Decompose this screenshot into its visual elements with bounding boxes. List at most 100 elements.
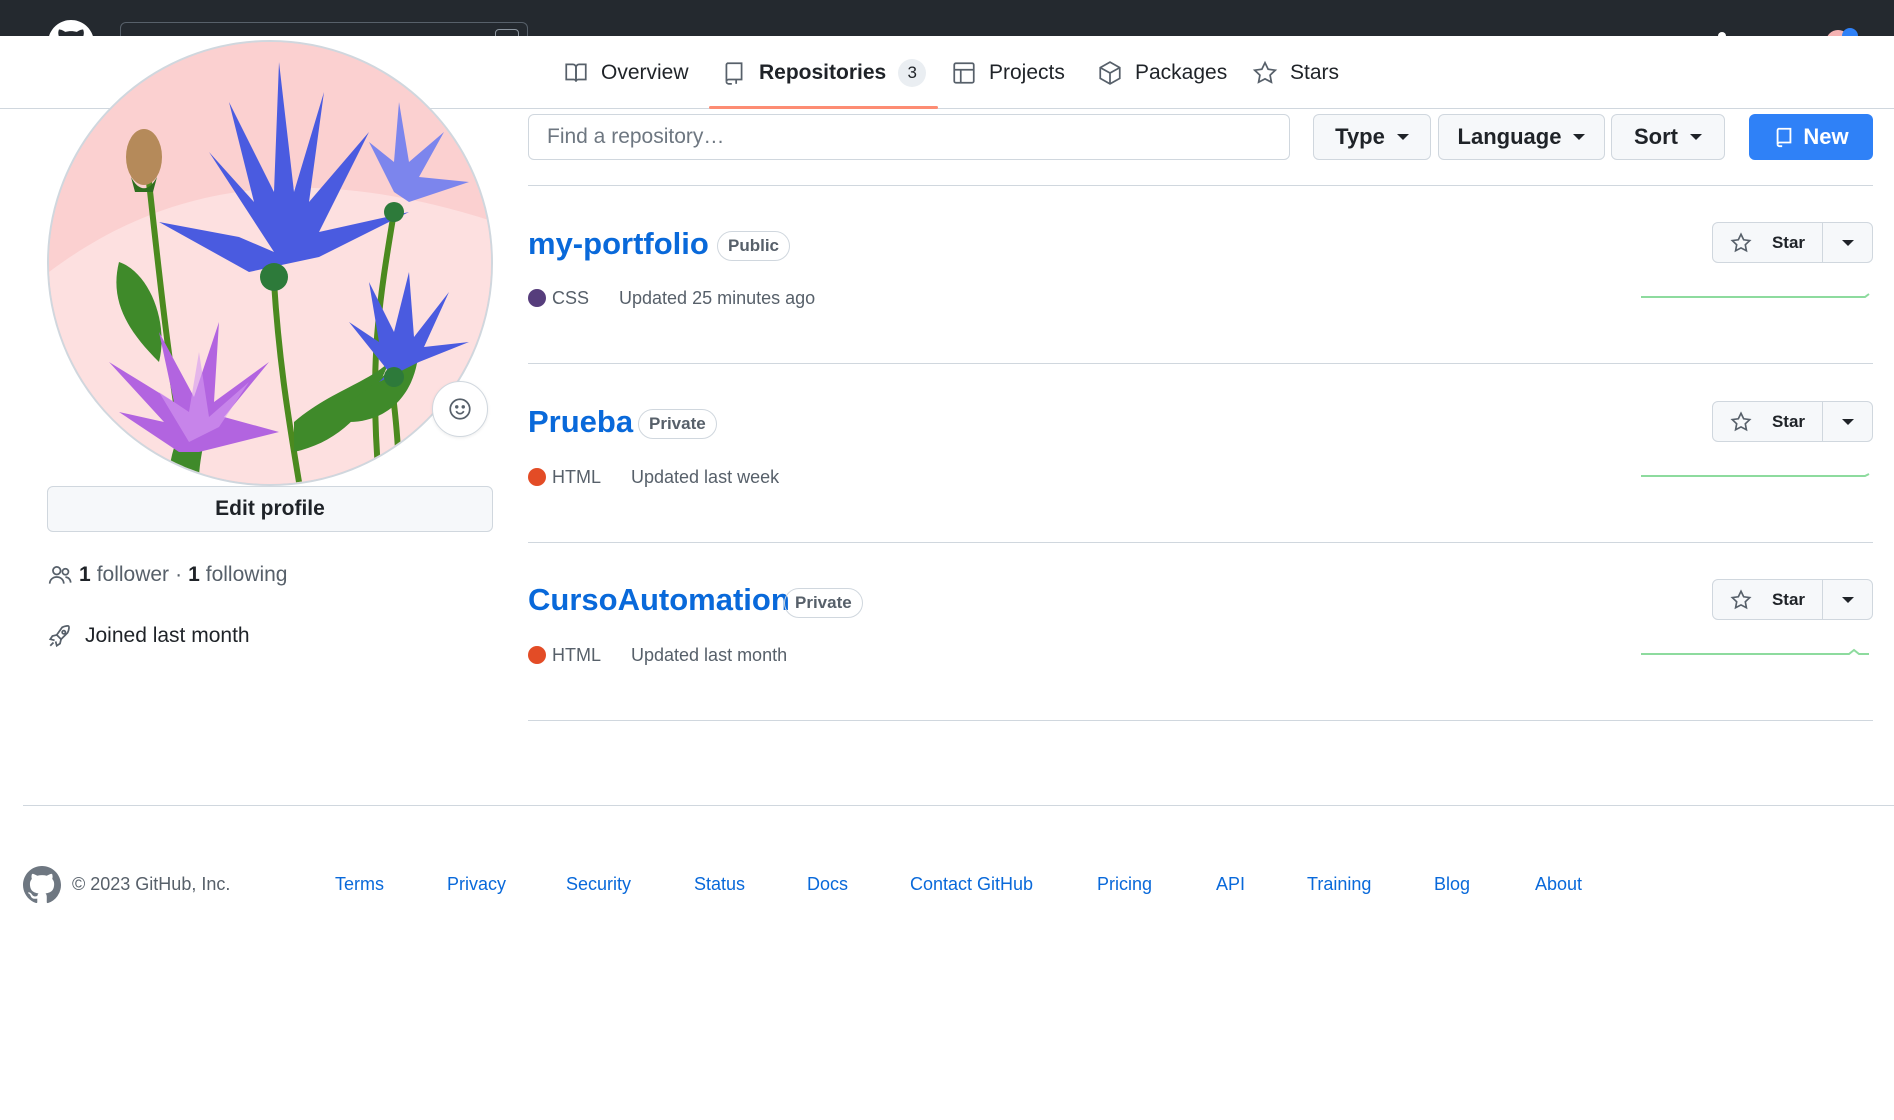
footer-link-contact[interactable]: Contact GitHub [910, 874, 1033, 895]
footer-link-docs[interactable]: Docs [807, 874, 848, 895]
footer-link-blog[interactable]: Blog [1434, 874, 1470, 895]
people-icon [48, 566, 72, 584]
repositories-count-badge: 3 [898, 58, 927, 87]
repo-name-link[interactable]: my-portfolio [528, 226, 709, 262]
list-divider [528, 720, 1873, 721]
repo-icon [1777, 127, 1792, 148]
global-search-input[interactable] [120, 22, 528, 36]
followers-summary: 1 follower · 1 following [47, 560, 287, 590]
repo-language: HTML [552, 466, 601, 487]
sort-button[interactable]: Sort [1611, 114, 1725, 160]
tab-repositories-label: Repositories [759, 60, 887, 84]
sort-label: Sort [1634, 124, 1678, 149]
repo-updated: Updated last month [631, 644, 788, 665]
star-button-group: Star [1712, 222, 1873, 263]
activity-sparkline [1641, 293, 1870, 298]
star-button[interactable]: Star [1713, 223, 1823, 262]
tab-stars-label: Stars [1290, 60, 1340, 84]
chevron-down-icon [1690, 134, 1702, 140]
star-list-dropdown[interactable] [1823, 402, 1872, 441]
joined-info: Joined last month [47, 620, 250, 652]
chevron-down-icon [1573, 134, 1586, 140]
tab-stars[interactable]: Stars [1252, 36, 1339, 109]
repo-icon [725, 61, 743, 85]
table-icon [953, 61, 975, 84]
chevron-down-icon [1841, 596, 1854, 603]
top-header [0, 0, 1894, 36]
followers-label: follower [96, 563, 170, 586]
set-status-button[interactable] [432, 381, 488, 437]
tab-projects[interactable]: Projects [951, 36, 1065, 109]
star-button-group: Star [1712, 579, 1873, 620]
footer-link-about[interactable]: About [1535, 874, 1582, 895]
repo-name-link[interactable]: CursoAutomation [528, 582, 790, 618]
footer-link-api[interactable]: API [1216, 874, 1245, 895]
type-filter-button[interactable]: Type [1313, 114, 1431, 160]
footer-divider [23, 805, 1894, 806]
joined-text: Joined last month [85, 624, 250, 647]
star-list-dropdown[interactable] [1823, 223, 1872, 262]
cornflower-illustration [49, 42, 491, 484]
new-repository-label: New [1803, 124, 1849, 149]
visibility-badge: Private [638, 409, 717, 439]
following-count: 1 [188, 563, 200, 586]
visibility-badge: Private [784, 588, 863, 618]
footer-link-privacy[interactable]: Privacy [447, 874, 506, 895]
star-icon [1730, 410, 1752, 431]
footer-link-security[interactable]: Security [566, 874, 631, 895]
tab-projects-label: Projects [989, 60, 1065, 84]
visibility-badge: Public [717, 231, 791, 261]
notification-indicator-icon[interactable] [1842, 28, 1858, 36]
activity-sparkline [1641, 648, 1869, 655]
footer-link-status[interactable]: Status [694, 874, 745, 895]
type-filter-label: Type [1335, 124, 1385, 149]
chevron-down-icon [1841, 239, 1854, 246]
new-repository-button[interactable]: New [1749, 114, 1873, 160]
repo-language: CSS [552, 287, 590, 308]
star-button-group: Star [1712, 401, 1873, 442]
find-repository-input[interactable] [528, 114, 1290, 160]
edit-profile-button[interactable]: Edit profile [47, 486, 493, 532]
rocket-icon [48, 625, 70, 648]
following-label: following [205, 563, 288, 586]
list-divider [528, 542, 1873, 543]
footer-link-training[interactable]: Training [1307, 874, 1371, 895]
star-icon [1252, 60, 1278, 84]
repo-meta: CSS Updated 25 minutes ago [528, 286, 815, 310]
repo-meta: HTML Updated last week [528, 465, 779, 489]
footer-link-pricing[interactable]: Pricing [1097, 874, 1152, 895]
chevron-down-icon [1841, 418, 1854, 425]
language-filter-button[interactable]: Language [1438, 114, 1605, 160]
chevron-down-icon [1396, 134, 1409, 140]
star-button[interactable]: Star [1713, 402, 1823, 441]
language-color-dot [528, 646, 546, 664]
profile-avatar[interactable] [47, 40, 493, 486]
star-button[interactable]: Star [1713, 580, 1823, 619]
repo-meta: HTML Updated last month [528, 643, 787, 667]
repo-updated: Updated 25 minutes ago [619, 287, 816, 308]
slash-key-hint [495, 29, 519, 36]
repo-language: HTML [552, 644, 601, 665]
tab-packages-label: Packages [1135, 60, 1228, 84]
star-label: Star [1771, 411, 1806, 431]
tab-overview-label: Overview [601, 60, 689, 84]
following-link[interactable]: 1 following [188, 563, 287, 587]
tab-packages[interactable]: Packages [1097, 36, 1227, 109]
github-logo-icon[interactable] [48, 20, 94, 36]
footer-link-terms[interactable]: Terms [335, 874, 384, 895]
language-color-dot [528, 289, 546, 307]
github-logo-icon[interactable] [23, 866, 61, 904]
language-color-dot [528, 468, 546, 486]
followers-link[interactable]: 1 follower [79, 563, 169, 587]
followers-count: 1 [79, 563, 91, 586]
star-icon [1730, 588, 1752, 609]
tab-repositories[interactable]: Repositories 3 [708, 36, 939, 109]
package-icon [1099, 60, 1121, 85]
repo-name-link[interactable]: Prueba [528, 404, 633, 440]
star-label: Star [1771, 589, 1806, 609]
star-list-dropdown[interactable] [1823, 580, 1872, 619]
footer-copyright: © 2023 GitHub, Inc. [72, 874, 231, 894]
tab-overview[interactable]: Overview [563, 36, 689, 109]
book-icon [565, 62, 587, 82]
activity-sparkline [1641, 473, 1870, 477]
